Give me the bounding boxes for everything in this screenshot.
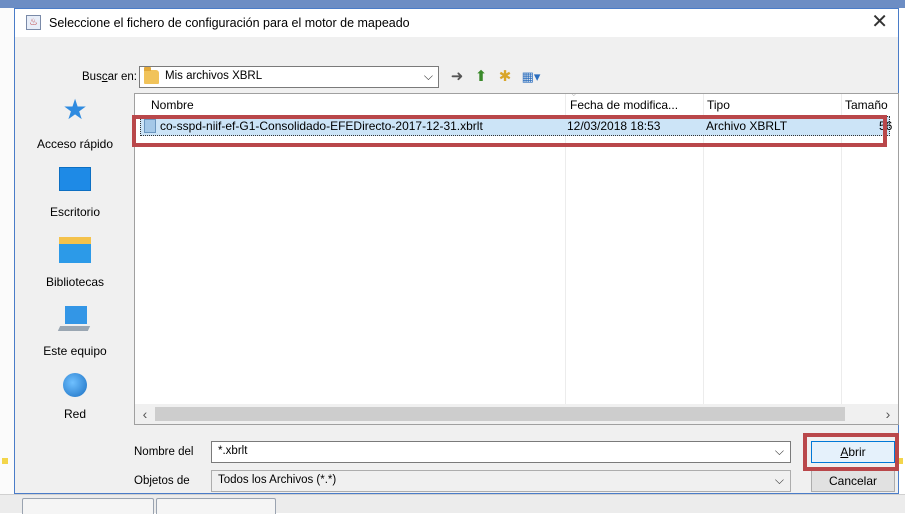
file-row[interactable]: co-sspd-niif-ef-G1-Consolidado-EFEDirect… <box>140 116 893 136</box>
column-separator <box>841 94 842 404</box>
filename-value: *.xbrlt <box>218 445 248 457</box>
places-bar: ★ Acceso rápido Escritorio Bibliotecas E… <box>25 95 125 445</box>
filetype-select[interactable]: Todos los Archivos (*.*) ⌵ <box>211 470 791 492</box>
view-menu-icon[interactable]: ▦▾ <box>519 67 543 87</box>
file-name: co-sspd-niif-ef-G1-Consolidado-EFEDirect… <box>160 119 483 133</box>
place-label: Este equipo <box>43 344 107 358</box>
place-label: Escritorio <box>49 205 100 219</box>
title-bar: ♨ Seleccione el fichero de configuración… <box>15 9 898 37</box>
lookin-folder: Mis archivos XBRL <box>165 70 263 82</box>
lookin-label: Buscar en: <box>82 71 137 83</box>
lookin-combo[interactable]: Mis archivos XBRL ⌵ <box>139 66 439 88</box>
folder-icon <box>144 67 159 84</box>
file-icon <box>144 119 156 133</box>
background-marker <box>2 458 8 464</box>
scroll-left-icon[interactable]: ‹ <box>137 405 153 423</box>
place-desktop[interactable]: Escritorio <box>25 163 125 231</box>
place-label: Red <box>63 407 86 421</box>
network-icon <box>63 373 87 397</box>
column-header-size[interactable]: Tamaño <box>841 94 888 116</box>
desktop-icon <box>59 167 91 191</box>
horizontal-scrollbar[interactable]: ‹ › <box>135 404 898 424</box>
filetype-label: Objetos de <box>134 475 190 487</box>
background-tabbar <box>0 494 905 514</box>
dialog-title: Seleccione el fichero de configuración p… <box>49 16 410 30</box>
chevron-down-icon[interactable]: ⌵ <box>775 473 784 488</box>
chevron-down-icon[interactable]: ⌵ <box>775 444 784 459</box>
column-header-type[interactable]: Tipo <box>703 94 730 116</box>
libraries-icon <box>59 237 91 263</box>
place-quick-access[interactable]: ★ Acceso rápido <box>25 95 125 163</box>
file-type: Archivo XBRLT <box>706 119 788 133</box>
column-separator <box>565 94 566 404</box>
filetype-value: Todos los Archivos (*.*) <box>218 474 337 486</box>
place-libraries[interactable]: Bibliotecas <box>25 233 125 301</box>
file-chooser-dialog: ♨ Seleccione el fichero de configuración… <box>14 8 899 494</box>
place-label: Bibliotecas <box>45 275 105 289</box>
cancel-button[interactable]: Cancelar <box>811 470 895 492</box>
column-header-date[interactable]: Fecha de modifica... <box>566 94 678 116</box>
java-app-icon: ♨ <box>26 15 41 30</box>
column-header-name[interactable]: Nombre <box>147 94 194 116</box>
star-icon: ★ <box>62 94 88 125</box>
place-network[interactable]: Red <box>25 371 125 439</box>
scroll-right-icon[interactable]: › <box>880 405 896 423</box>
chevron-down-icon: ⌵ <box>423 69 433 83</box>
open-button[interactable]: Abrir <box>811 441 895 463</box>
computer-icon <box>65 306 87 324</box>
place-this-pc[interactable]: Este equipo <box>25 302 125 370</box>
background-window-left <box>0 8 14 494</box>
file-date: 12/03/2018 18:53 <box>567 119 661 133</box>
up-folder-icon[interactable]: ⬆ <box>471 67 491 87</box>
place-label: Acceso rápido <box>36 137 114 151</box>
file-list[interactable]: ⌵ Nombre Fecha de modifica... Tipo Tamañ… <box>134 93 899 425</box>
scroll-thumb[interactable] <box>155 407 845 421</box>
filename-input[interactable]: *.xbrlt ⌵ <box>211 441 791 463</box>
close-icon[interactable]: ✕ <box>871 12 888 32</box>
new-folder-icon[interactable]: ✱ <box>495 67 515 87</box>
background-window-strip <box>0 0 905 8</box>
file-size: 56 <box>879 119 893 133</box>
back-icon[interactable]: ➜ <box>447 67 467 87</box>
column-separator <box>703 94 704 404</box>
filename-label: Nombre del <box>134 446 194 458</box>
